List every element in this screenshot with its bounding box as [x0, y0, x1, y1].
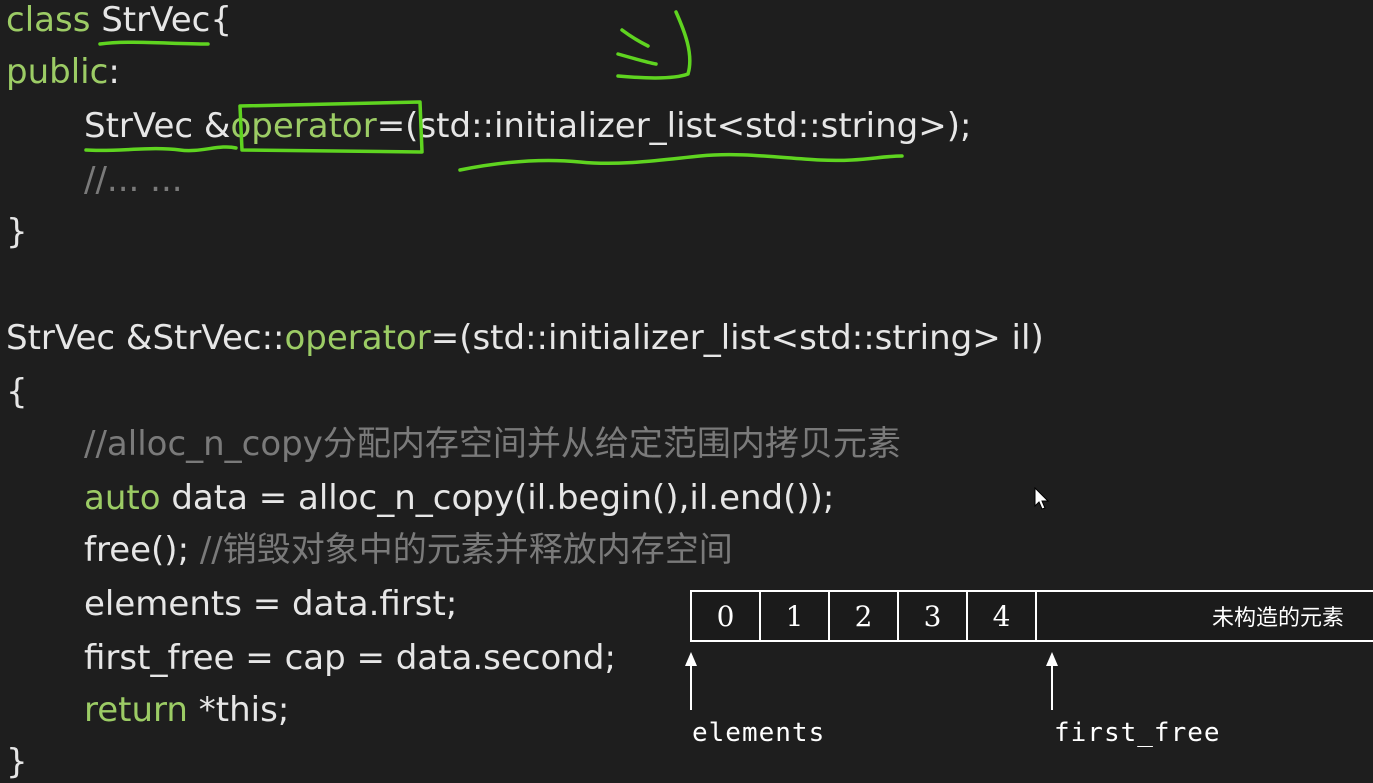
underline-return-type — [84, 145, 238, 153]
mouse-pointer-icon — [1034, 487, 1050, 510]
code-line-9: auto data = alloc_n_copy(il.begin(),il.e… — [84, 478, 834, 518]
return-rest: *this; — [187, 690, 290, 730]
code-line-14: } — [6, 742, 28, 782]
auto-rest: data = alloc_n_copy(il.begin(),il.end())… — [160, 478, 835, 518]
code-line-11: elements = data.first; — [84, 584, 458, 624]
elements-arrow — [690, 664, 692, 710]
code-line-2: public: — [6, 52, 120, 92]
keyword-public: public — [6, 52, 109, 92]
keyword-class: class — [6, 0, 91, 40]
elements-label: elements — [692, 718, 826, 748]
return-type: StrVec & — [84, 106, 231, 146]
code-line-6: StrVec &StrVec::operator=(std::initializ… — [6, 318, 1044, 358]
colon: : — [108, 52, 120, 92]
code-line-13: return *this; — [84, 690, 289, 730]
scribble-mark — [620, 28, 650, 48]
code-line-3: StrVec &operator=(std::initializer_list<… — [84, 106, 971, 146]
keyword-operator: operator — [230, 106, 377, 146]
cell-3: 3 — [899, 592, 968, 640]
cell-1: 1 — [761, 592, 830, 640]
underline-initializer-list — [458, 152, 904, 172]
unconstructed-cell: 未构造的元素 — [1211, 606, 1344, 631]
memory-diagram: 0 1 2 3 4 未构造的元素 elements first_free — [685, 590, 1373, 750]
cell-2: 2 — [830, 592, 899, 640]
free-call: free(); — [84, 530, 200, 570]
code-line-4-comment: //... ... — [84, 160, 183, 200]
free-comment: //销毁对象中的元素并释放内存空间 — [199, 530, 733, 570]
code-line-12: first_free = cap = data.second; — [84, 638, 616, 678]
definition-rest: =(std::initializer_list<std::string> il) — [430, 318, 1044, 358]
keyword-operator-2: operator — [284, 318, 431, 358]
underline-class-name — [98, 40, 210, 46]
declaration-rest: =(std::initializer_list<std::string>); — [376, 106, 972, 146]
code-line-7: { — [6, 372, 28, 412]
keyword-return: return — [84, 690, 188, 730]
code-line-8-comment: //alloc_n_copy分配内存空间并从给定范围内拷贝元素 — [84, 424, 901, 464]
code-line-5: } — [6, 212, 28, 252]
code-line-1: class StrVec{ — [6, 0, 232, 40]
open-brace: { — [210, 0, 232, 40]
code-line-10: free(); //销毁对象中的元素并释放内存空间 — [84, 530, 733, 570]
cell-4: 4 — [968, 592, 1037, 640]
keyword-auto: auto — [84, 478, 161, 518]
cell-0: 0 — [692, 592, 761, 640]
class-name: StrVec — [101, 0, 211, 40]
first-free-label: first_free — [1054, 718, 1221, 748]
definition-prefix: StrVec &StrVec:: — [6, 318, 285, 358]
cell-row: 0 1 2 3 4 未构造的元素 — [690, 590, 1373, 642]
first-free-arrow — [1051, 664, 1053, 710]
